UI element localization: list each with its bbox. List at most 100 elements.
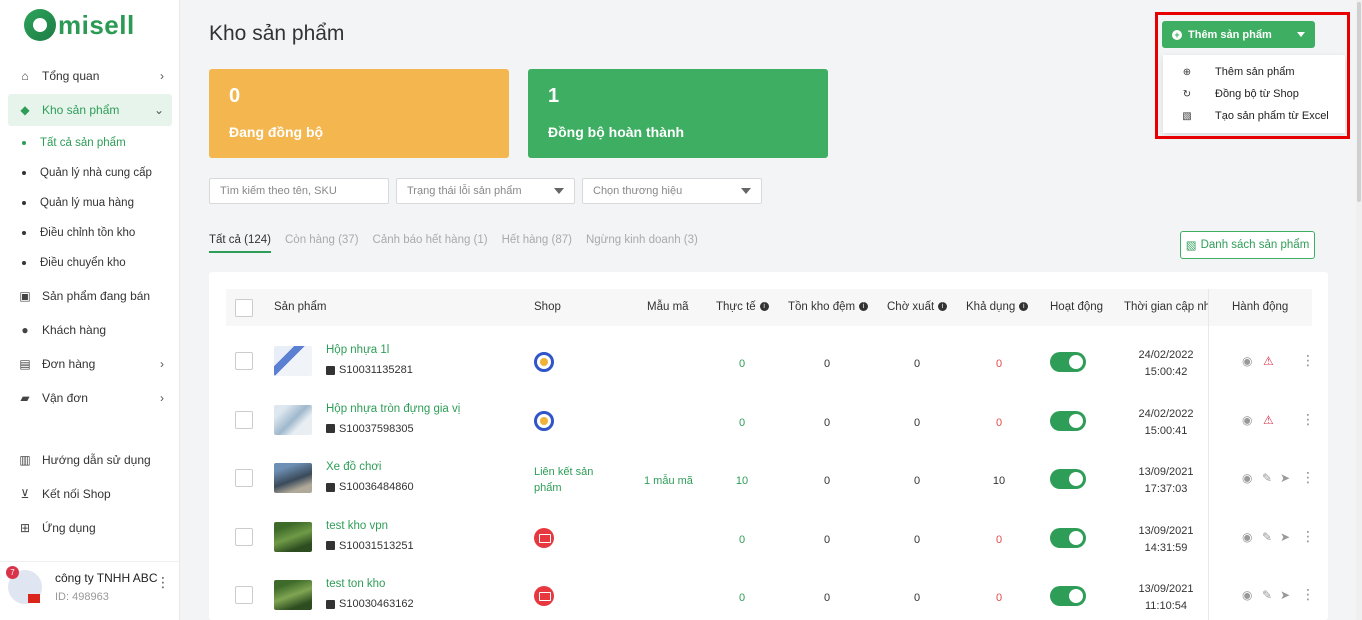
info-icon[interactable]: i bbox=[859, 302, 869, 312]
add-product-button[interactable]: + Thêm sản phẩm bbox=[1162, 21, 1315, 48]
box-icon bbox=[326, 365, 335, 375]
col-shop: Shop bbox=[534, 301, 561, 313]
sidebar-item-customers[interactable]: ● Khách hàng bbox=[8, 314, 172, 346]
sidebar-subitem-all-products[interactable]: Tất cả sản phẩm bbox=[8, 128, 172, 158]
available-stock: 0 bbox=[995, 592, 1003, 604]
logo-text: misell bbox=[58, 9, 135, 40]
row-checkbox[interactable] bbox=[235, 352, 253, 370]
logo[interactable]: misell bbox=[24, 8, 135, 42]
sidebar-subitem-suppliers[interactable]: Quản lý nhà cung cấp bbox=[8, 158, 172, 188]
product-name-link[interactable]: Hộp nhựa tròn đựng gia vị bbox=[326, 403, 460, 415]
menu-item-sync-from-shop[interactable]: ↻ Đồng bộ từ Shop bbox=[1163, 83, 1345, 105]
status-tabs: Tất cả (124) Còn hàng (37) Cảnh báo hết … bbox=[209, 234, 712, 253]
warning-icon[interactable]: ⚠ bbox=[1263, 413, 1274, 427]
send-icon[interactable]: ➤ bbox=[1280, 530, 1290, 544]
product-list-button[interactable]: ▧ Danh sách sản phẩm bbox=[1180, 231, 1315, 259]
product-name-link[interactable]: Xe đồ chơi bbox=[326, 461, 382, 473]
row-checkbox[interactable] bbox=[235, 469, 253, 487]
eye-icon[interactable]: ◉ bbox=[1242, 471, 1252, 485]
active-toggle[interactable] bbox=[1050, 352, 1086, 372]
eye-icon[interactable]: ◉ bbox=[1242, 588, 1252, 602]
more-vertical-icon[interactable]: ⋮ bbox=[1301, 411, 1315, 428]
menu-item-add-product[interactable]: ⊕ Thêm sản phẩm bbox=[1163, 61, 1345, 83]
tab-in-stock[interactable]: Còn hàng (37) bbox=[285, 234, 359, 253]
more-vertical-icon[interactable]: ⋮ bbox=[1301, 528, 1315, 545]
product-name-link[interactable]: Hộp nhựa 1l bbox=[326, 344, 389, 356]
actual-stock: 10 bbox=[735, 475, 749, 487]
sidebar-subitem-purchasing[interactable]: Quản lý mua hàng bbox=[8, 188, 172, 218]
product-thumbnail bbox=[274, 580, 312, 610]
sidebar-item-shipping[interactable]: ▰ Vận đơn › bbox=[8, 382, 172, 414]
sku-text: S10031513251 bbox=[339, 539, 414, 552]
scrollbar-thumb[interactable] bbox=[1357, 2, 1361, 202]
tab-low-stock[interactable]: Cảnh báo hết hàng (1) bbox=[373, 234, 488, 253]
col-buffer: Tồn kho đệm i bbox=[788, 301, 869, 313]
select-all-checkbox[interactable] bbox=[235, 299, 253, 317]
info-icon[interactable]: i bbox=[759, 302, 769, 312]
row-checkbox[interactable] bbox=[235, 586, 253, 604]
tab-discontinued[interactable]: Ngừng kinh doanh (3) bbox=[586, 234, 698, 253]
error-status-select[interactable]: Trạng thái lỗi sản phẩm bbox=[396, 178, 575, 204]
account-panel[interactable]: 7 công ty TNHH ABC ID: 498963 ⋮ bbox=[0, 561, 180, 611]
account-info: công ty TNHH ABC ID: 498963 bbox=[55, 571, 157, 603]
sidebar-nav: ⌂ Tổng quan › ◆ Kho sản phẩm ⌄ Tất cả sả… bbox=[0, 58, 180, 546]
send-icon[interactable]: ➤ bbox=[1280, 588, 1290, 602]
col-pending: Chờ xuất i bbox=[887, 301, 948, 313]
pending-stock: 0 bbox=[913, 592, 921, 604]
row-checkbox[interactable] bbox=[235, 410, 253, 429]
warning-icon[interactable]: ⚠ bbox=[1263, 354, 1274, 368]
search-input[interactable]: Tìm kiếm theo tên, SKU bbox=[209, 178, 389, 204]
sidebar-subitem-label: Điều chỉnh tồn kho bbox=[40, 227, 136, 239]
updated-date: 13/09/2021 bbox=[1138, 583, 1194, 595]
eye-icon[interactable]: ◉ bbox=[1242, 354, 1252, 368]
sidebar-subitem-stock-transfer[interactable]: Điều chuyển kho bbox=[8, 248, 172, 278]
col-label: Chờ xuất bbox=[887, 301, 935, 313]
col-variant: Mẫu mã bbox=[647, 301, 689, 313]
variant-link[interactable]: 1 mẫu mã bbox=[644, 475, 693, 487]
edit-icon[interactable]: ✎ bbox=[1262, 588, 1272, 602]
sidebar-item-selling-products[interactable]: ▣ Sản phẩm đang bán bbox=[8, 280, 172, 312]
sidebar-item-guide[interactable]: ▥ Hướng dẫn sử dụng bbox=[8, 444, 172, 476]
more-vertical-icon[interactable]: ⋮ bbox=[1301, 586, 1315, 603]
product-name-link[interactable]: test kho vpn bbox=[326, 520, 388, 532]
sidebar-item-label: Sản phẩm đang bán bbox=[42, 289, 151, 303]
tab-all[interactable]: Tất cả (124) bbox=[209, 234, 271, 253]
updated-time: 13/09/2021 14:31:59 bbox=[1136, 523, 1196, 557]
active-toggle[interactable] bbox=[1050, 527, 1086, 548]
active-toggle[interactable] bbox=[1050, 586, 1086, 606]
sidebar-item-orders[interactable]: ▤ Đơn hàng › bbox=[8, 348, 172, 380]
sidebar-item-overview[interactable]: ⌂ Tổng quan › bbox=[8, 60, 172, 92]
info-icon[interactable]: i bbox=[1019, 302, 1029, 312]
menu-item-create-from-excel[interactable]: ▧ Tạo sản phẩm từ Excel bbox=[1163, 105, 1345, 127]
col-label: Khả dụng bbox=[966, 301, 1016, 313]
box-icon: ◆ bbox=[20, 103, 30, 117]
sidebar-item-inventory[interactable]: ◆ Kho sản phẩm ⌄ bbox=[8, 94, 172, 126]
sidebar-item-connect-shop[interactable]: ⊻ Kết nối Shop bbox=[8, 478, 172, 510]
sidebar-item-apps[interactable]: ⊞ Ứng dụng bbox=[8, 512, 172, 544]
brand-select[interactable]: Chọn thương hiệu bbox=[582, 178, 762, 204]
bullet-icon bbox=[22, 171, 26, 175]
avatar: 7 bbox=[6, 565, 42, 604]
send-icon[interactable]: ➤ bbox=[1280, 471, 1290, 485]
active-toggle[interactable] bbox=[1050, 469, 1086, 489]
tab-out-of-stock[interactable]: Hết hàng (87) bbox=[502, 234, 572, 253]
product-name-link[interactable]: test ton kho bbox=[326, 578, 385, 590]
more-vertical-icon[interactable]: ⋮ bbox=[1301, 352, 1315, 369]
plus-circle-icon: ⊕ bbox=[1182, 66, 1192, 78]
edit-icon[interactable]: ✎ bbox=[1262, 530, 1272, 544]
eye-icon[interactable]: ◉ bbox=[1242, 413, 1252, 427]
link-product-link[interactable]: Liên kết sản phẩm bbox=[534, 464, 604, 496]
edit-icon[interactable]: ✎ bbox=[1262, 471, 1272, 485]
row-checkbox[interactable] bbox=[235, 527, 253, 546]
caret-down-icon[interactable] bbox=[1297, 32, 1305, 37]
caret-down-icon bbox=[741, 188, 751, 194]
info-icon[interactable]: i bbox=[938, 302, 948, 312]
buffer-stock: 0 bbox=[823, 416, 831, 429]
sidebar-subitem-stock-adjust[interactable]: Điều chỉnh tồn kho bbox=[8, 218, 172, 248]
more-vertical-icon[interactable]: ⋮ bbox=[1301, 469, 1315, 486]
active-toggle[interactable] bbox=[1050, 410, 1086, 431]
box-icon bbox=[326, 424, 335, 433]
box-icon bbox=[326, 482, 335, 492]
eye-icon[interactable]: ◉ bbox=[1242, 530, 1252, 544]
more-vertical-icon[interactable]: ⋮ bbox=[156, 574, 170, 591]
